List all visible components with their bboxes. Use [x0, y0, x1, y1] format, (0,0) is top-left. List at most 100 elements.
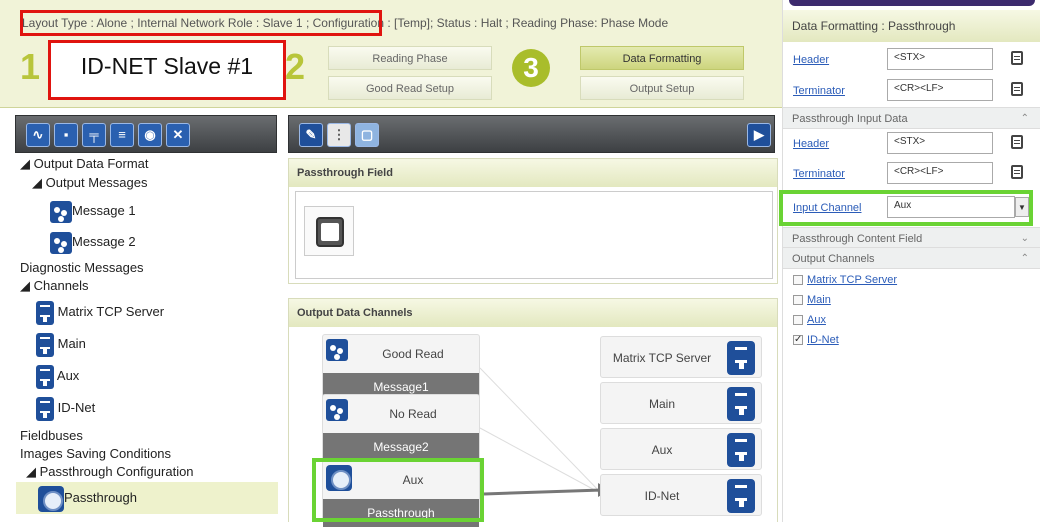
edit-note-icon[interactable] [1011, 135, 1023, 149]
tree-label: Message 2 [72, 234, 136, 249]
device-title: ID-NET Slave #1 [48, 40, 286, 100]
terminator-link[interactable]: Terminator [793, 85, 845, 97]
section-label: Output Channels [792, 253, 875, 265]
tree-item-idnet[interactable]: ID-Net [36, 394, 95, 422]
waveform-icon[interactable]: ∿ [26, 123, 50, 147]
link-message2-idnet [479, 427, 603, 495]
camera-icon[interactable]: ▪ [54, 123, 78, 147]
source-node-message2[interactable]: No Read Message2 [322, 394, 480, 462]
section-label: Passthrough Input Data [792, 113, 908, 125]
channel-checkbox-idnet[interactable]: ID-Net [793, 332, 839, 348]
output-node-aux[interactable]: Aux [600, 428, 762, 470]
output-channels-section[interactable]: Output Channels ⌃ [783, 247, 1040, 269]
good-read-setup-button[interactable]: Good Read Setup [328, 76, 492, 100]
message-icon [50, 231, 72, 254]
tree-item-output-data-format[interactable]: ◢ Output Data Format [20, 154, 149, 174]
header-input[interactable]: <STX> [887, 48, 993, 70]
step-3-circle: 3 [512, 49, 550, 87]
checkbox-checked[interactable] [793, 332, 803, 348]
channel-checkbox-matrix-tcp-server[interactable]: Matrix TCP Server [793, 272, 897, 288]
tree-item-diagnostic-messages[interactable]: Diagnostic Messages [20, 258, 144, 278]
output-label: Aux [651, 443, 673, 457]
chevron-up-icon: ⌃ [1020, 113, 1029, 124]
image-icon[interactable]: ▢ [355, 123, 379, 147]
plug-icon [727, 433, 755, 467]
data-formatting-button[interactable]: Data Formatting [580, 46, 744, 70]
tree-label: Diagnostic Messages [20, 260, 144, 275]
output-label: Main [648, 397, 675, 411]
input-header-link[interactable]: Header [793, 138, 829, 150]
passthrough-icon [38, 485, 64, 512]
message-icon [326, 399, 348, 421]
channel-checkbox-aux[interactable]: Aux [793, 312, 826, 328]
top-tab-strip [789, 0, 1035, 6]
source-node-message1[interactable]: Good Read Message1 [322, 334, 480, 402]
output-node-matrix-tcp-server[interactable]: Matrix TCP Server [600, 336, 762, 378]
reading-phase-button[interactable]: Reading Phase [328, 46, 492, 70]
input-terminator-input[interactable]: <CR><LF> [887, 162, 993, 184]
tree-item-message1[interactable]: Message 1 [50, 198, 136, 224]
input-channel-highlight [779, 190, 1033, 226]
tree-label: Output Data Format [33, 156, 149, 171]
passthrough-field-panel: Passthrough Field [288, 158, 778, 284]
checkbox[interactable] [793, 315, 803, 326]
checkbox-label: Matrix TCP Server [807, 274, 898, 287]
checkbox-label: Main [807, 294, 831, 307]
checkbox[interactable] [793, 295, 803, 306]
channel-checkbox-main[interactable]: Main [793, 292, 831, 308]
edit-note-icon[interactable] [1011, 165, 1023, 179]
plug-icon [36, 396, 54, 421]
document-icon[interactable]: ≡ [110, 123, 134, 147]
tree-item-aux[interactable]: Aux [36, 362, 79, 390]
passthrough-field-header: Passthrough Field [289, 159, 777, 187]
input-terminator-link[interactable]: Terminator [793, 168, 845, 180]
edit-note-icon[interactable] [1011, 82, 1023, 96]
step-1-number: 1 [20, 46, 41, 87]
input-header-input[interactable]: <STX> [887, 132, 993, 154]
tree-item-fieldbuses[interactable]: Fieldbuses [20, 426, 83, 446]
tree-item-passthrough-config[interactable]: ◢ Passthrough Configuration [26, 462, 194, 482]
checkbox[interactable] [793, 275, 803, 286]
tree-item-channels[interactable]: ◢ Channels [20, 276, 89, 296]
top-header: Layout Type : Alone ; Internal Network R… [0, 0, 782, 108]
tree-item-matrix-tcp-server[interactable]: Matrix TCP Server [36, 298, 164, 326]
terminator-input[interactable]: <CR><LF> [887, 79, 993, 101]
header-row: Header <STX> [793, 48, 1031, 72]
tree-item-passthrough[interactable]: Passthrough [16, 482, 278, 514]
tree-label: Output Messages [45, 175, 148, 190]
chevron-up-icon: ⌃ [1020, 253, 1029, 264]
message-icon [326, 339, 348, 361]
output-node-main[interactable]: Main [600, 382, 762, 424]
passthrough-input-data-section[interactable]: Passthrough Input Data ⌃ [783, 107, 1040, 129]
tree-item-main[interactable]: Main [36, 330, 86, 358]
tree-item-output-messages[interactable]: ◢ Output Messages [32, 173, 148, 193]
plug-icon [727, 341, 755, 375]
field-item[interactable] [304, 206, 354, 256]
edit-note-icon[interactable] [1011, 51, 1023, 65]
disc-icon[interactable]: ◉ [138, 123, 162, 147]
terminator-row: Terminator <CR><LF> [793, 79, 1031, 103]
output-setup-button[interactable]: Output Setup [580, 76, 744, 100]
input-terminator-row: Terminator <CR><LF> [793, 162, 1031, 186]
tree-label: Images Saving Conditions [20, 446, 172, 461]
grid-icon[interactable]: ⋮ [327, 123, 351, 147]
tree-label: ID-Net [57, 400, 96, 415]
output-node-idnet[interactable]: ID-Net [600, 474, 762, 516]
output-label: Matrix TCP Server [612, 351, 712, 365]
status-highlight-box [20, 10, 382, 36]
left-toolbar: ∿ ▪ ╤ ≡ ◉ ✕ [15, 115, 277, 153]
node-sublabel: Message2 [323, 433, 479, 461]
play-icon[interactable]: ▶ [747, 123, 771, 147]
link-message1-idnet [479, 367, 603, 495]
tree-item-images-saving[interactable]: Images Saving Conditions [20, 444, 171, 464]
tree-item-message2[interactable]: Message 2 [50, 229, 136, 255]
step-2-number: 2 [285, 46, 306, 87]
content-field-section[interactable]: Passthrough Content Field ⌄ [783, 227, 1040, 249]
plug-icon [36, 300, 54, 325]
center-toolbar: ✎ ⋮ ▢ ▶ [288, 115, 775, 153]
barcode-field-icon [316, 217, 344, 247]
close-icon[interactable]: ✕ [166, 123, 190, 147]
header-link[interactable]: Header [793, 54, 829, 66]
plug-icon[interactable]: ╤ [82, 123, 106, 147]
edit-icon[interactable]: ✎ [299, 123, 323, 147]
